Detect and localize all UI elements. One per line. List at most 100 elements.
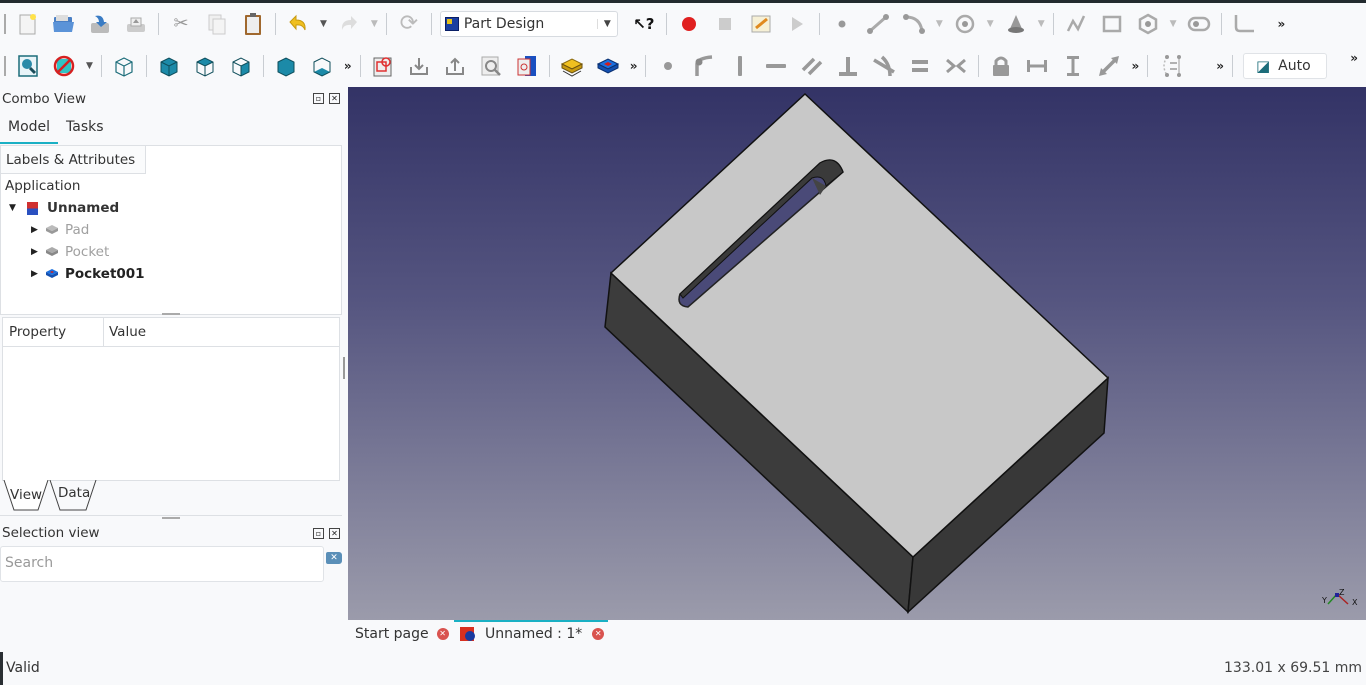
- tree-item-pad[interactable]: ▶ Pad: [31, 220, 89, 240]
- close-tab-icon[interactable]: ✕: [592, 628, 605, 640]
- copy-icon[interactable]: [205, 12, 229, 36]
- tree-header-labels[interactable]: Labels & Attributes: [1, 146, 146, 174]
- tree-item-pocket001[interactable]: ▶ Pocket001: [31, 264, 145, 284]
- sketch-circle-icon[interactable]: [953, 12, 977, 36]
- sketch-polyline-icon[interactable]: [1064, 12, 1088, 36]
- view-front-icon[interactable]: [157, 54, 181, 78]
- undo-icon[interactable]: [286, 12, 310, 36]
- pad-icon[interactable]: [560, 54, 584, 78]
- redo-icon[interactable]: [337, 12, 361, 36]
- constraint-vertical-icon[interactable]: [728, 54, 752, 78]
- sketch-fillet-icon[interactable]: [1232, 12, 1256, 36]
- toolbar-overflow-button[interactable]: »: [1278, 17, 1286, 31]
- constraint-horizontal-distance-icon[interactable]: [1025, 54, 1049, 78]
- stop-macro-icon[interactable]: [713, 12, 737, 36]
- view-right-icon[interactable]: [229, 54, 253, 78]
- collapse-arrow-icon[interactable]: ▶: [31, 247, 45, 257]
- save-icon[interactable]: [88, 12, 112, 36]
- splitter-handle[interactable]: [162, 313, 180, 315]
- constraint-vertical-distance-icon[interactable]: [1061, 54, 1085, 78]
- export-icon[interactable]: [407, 54, 431, 78]
- sketch-line-icon[interactable]: [866, 12, 890, 36]
- toolbar-overflow-button[interactable]: »: [1350, 51, 1358, 65]
- cut-icon[interactable]: ✂: [169, 12, 193, 36]
- draw-style-icon[interactable]: [52, 54, 76, 78]
- column-value[interactable]: Value: [109, 324, 146, 340]
- sketch-point-icon[interactable]: [830, 12, 854, 36]
- constraint-equal-icon[interactable]: [908, 54, 932, 78]
- conic-dropdown-icon[interactable]: ▼: [1038, 19, 1045, 29]
- constraint-point-icon[interactable]: [656, 54, 680, 78]
- refresh-icon[interactable]: ⟳: [397, 12, 421, 36]
- expand-arrow-icon[interactable]: ▼: [9, 203, 23, 213]
- column-property[interactable]: Property: [9, 324, 66, 340]
- clear-search-icon[interactable]: ✕: [326, 552, 342, 564]
- sketch-conic-icon[interactable]: [1004, 12, 1028, 36]
- splitter-handle[interactable]: [162, 517, 180, 519]
- fit-all-icon[interactable]: [16, 54, 40, 78]
- tree-item-pocket[interactable]: ▶ Pocket: [31, 242, 109, 262]
- constraint-tangent-curve-icon[interactable]: [872, 54, 896, 78]
- draw-style-dropdown-icon[interactable]: ▼: [86, 61, 93, 71]
- tab-view[interactable]: View: [10, 487, 42, 503]
- paste-icon[interactable]: [241, 12, 265, 36]
- redo-dropdown-icon[interactable]: ▼: [371, 19, 378, 29]
- toolbar-overflow-button[interactable]: »: [1216, 59, 1224, 73]
- print-icon[interactable]: [124, 12, 148, 36]
- panel-resize-handle[interactable]: [343, 357, 345, 379]
- tab-data[interactable]: Data: [58, 485, 90, 501]
- auto-button[interactable]: ◪ Auto: [1242, 53, 1327, 79]
- collapse-arrow-icon[interactable]: ▶: [31, 225, 45, 235]
- toolbar-handle[interactable]: [4, 56, 6, 76]
- close-panel-icon[interactable]: ✕: [329, 528, 340, 539]
- tab-unnamed[interactable]: Unnamed : 1* ✕: [460, 626, 605, 642]
- measure-icon[interactable]: [479, 54, 503, 78]
- selection-search-input[interactable]: Search: [0, 546, 324, 582]
- new-document-icon[interactable]: [16, 12, 40, 36]
- edit-macro-icon[interactable]: [749, 12, 773, 36]
- circle-dropdown-icon[interactable]: ▼: [987, 19, 994, 29]
- create-body-icon[interactable]: [371, 54, 395, 78]
- tree-item-unnamed[interactable]: ▼ Unnamed: [9, 198, 119, 218]
- close-tab-icon[interactable]: ✕: [436, 628, 449, 640]
- open-file-icon[interactable]: [52, 12, 76, 36]
- tab-model[interactable]: Model: [8, 119, 50, 135]
- constraint-lock-icon[interactable]: [989, 54, 1013, 78]
- sketch-rectangle-icon[interactable]: [1100, 12, 1124, 36]
- sketch-arc-icon[interactable]: [902, 12, 926, 36]
- arc-dropdown-icon[interactable]: ▼: [936, 19, 943, 29]
- tab-start-page[interactable]: Start page ✕: [355, 626, 449, 642]
- tab-tasks[interactable]: Tasks: [66, 119, 104, 135]
- constraint-distance-icon[interactable]: [1097, 54, 1121, 78]
- constraint-horizontal-icon[interactable]: [764, 54, 788, 78]
- close-panel-icon[interactable]: ✕: [329, 93, 340, 104]
- toolbar-overflow-button[interactable]: »: [630, 59, 638, 73]
- collapse-arrow-icon[interactable]: ▶: [31, 269, 45, 279]
- constraint-tangent-icon[interactable]: [692, 54, 716, 78]
- import-icon[interactable]: [443, 54, 467, 78]
- float-panel-icon[interactable]: ▫: [313, 528, 324, 539]
- constraint-perpendicular-icon[interactable]: [836, 54, 860, 78]
- float-panel-icon[interactable]: ▫: [313, 93, 324, 104]
- toolbar-handle[interactable]: [4, 14, 6, 34]
- view-rear-icon[interactable]: [274, 54, 298, 78]
- workbench-selector[interactable]: Part Design ▼: [439, 11, 618, 37]
- view-isometric-icon[interactable]: [112, 54, 136, 78]
- undo-dropdown-icon[interactable]: ▼: [320, 19, 327, 29]
- pocket-icon[interactable]: [596, 54, 620, 78]
- view-bottom-icon[interactable]: [310, 54, 334, 78]
- part-icon[interactable]: [515, 54, 539, 78]
- toggle-constraints-icon[interactable]: [1160, 54, 1184, 78]
- toolbar-overflow-button[interactable]: »: [1131, 59, 1139, 73]
- 3d-viewport[interactable]: Y Z X: [348, 87, 1366, 620]
- toolbar-overflow-button[interactable]: »: [344, 59, 352, 73]
- sketch-slot-icon[interactable]: [1187, 12, 1211, 36]
- record-macro-icon[interactable]: [677, 12, 701, 36]
- whats-this-icon[interactable]: ↖?: [632, 12, 656, 36]
- constraint-symmetric-icon[interactable]: [944, 54, 968, 78]
- constraint-parallel-icon[interactable]: [800, 54, 824, 78]
- view-top-icon[interactable]: [193, 54, 217, 78]
- polygon-dropdown-icon[interactable]: ▼: [1170, 19, 1177, 29]
- run-macro-icon[interactable]: [785, 12, 809, 36]
- sketch-polygon-icon[interactable]: [1136, 12, 1160, 36]
